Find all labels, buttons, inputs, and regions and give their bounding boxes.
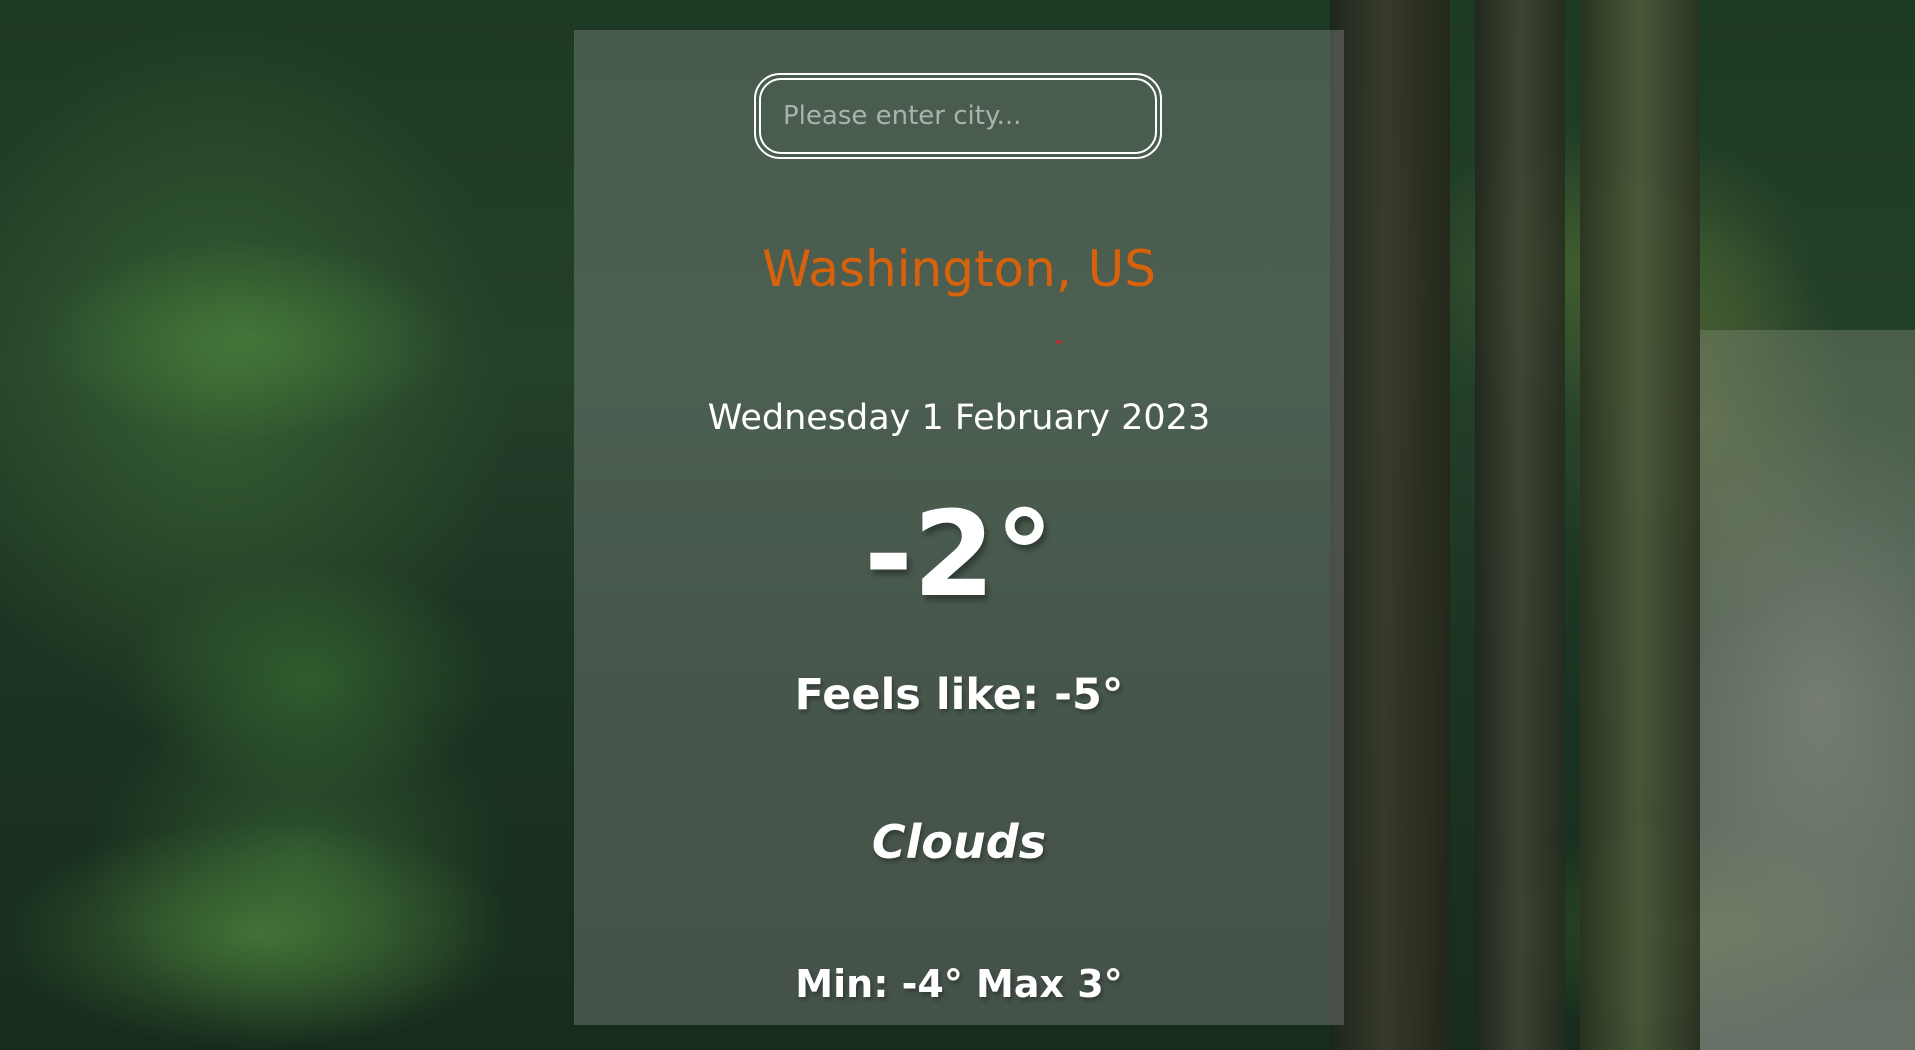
forest-background: Washington, US Wednesday 1 February 2023… bbox=[0, 0, 1915, 1050]
weather-card: Washington, US Wednesday 1 February 2023… bbox=[574, 30, 1344, 1025]
tree-trunk bbox=[1330, 0, 1450, 1050]
min-max-temperature: Min: -4° Max 3° bbox=[795, 962, 1123, 1006]
rock-face bbox=[1700, 330, 1915, 1050]
tree-trunk bbox=[1580, 0, 1700, 1050]
foliage bbox=[120, 560, 500, 800]
foliage bbox=[0, 820, 520, 1050]
current-temperature: -2° bbox=[863, 485, 1055, 623]
location-title: Washington, US bbox=[762, 240, 1156, 298]
weather-description: Clouds bbox=[871, 815, 1047, 869]
marker-dot bbox=[1057, 340, 1061, 344]
date-label: Wednesday 1 February 2023 bbox=[707, 398, 1211, 438]
feels-like-label: Feels like: -5° bbox=[794, 670, 1124, 720]
foliage bbox=[40, 240, 460, 440]
city-search-input[interactable] bbox=[759, 78, 1157, 154]
tree-trunk bbox=[1475, 0, 1565, 1050]
search-box bbox=[754, 73, 1162, 159]
